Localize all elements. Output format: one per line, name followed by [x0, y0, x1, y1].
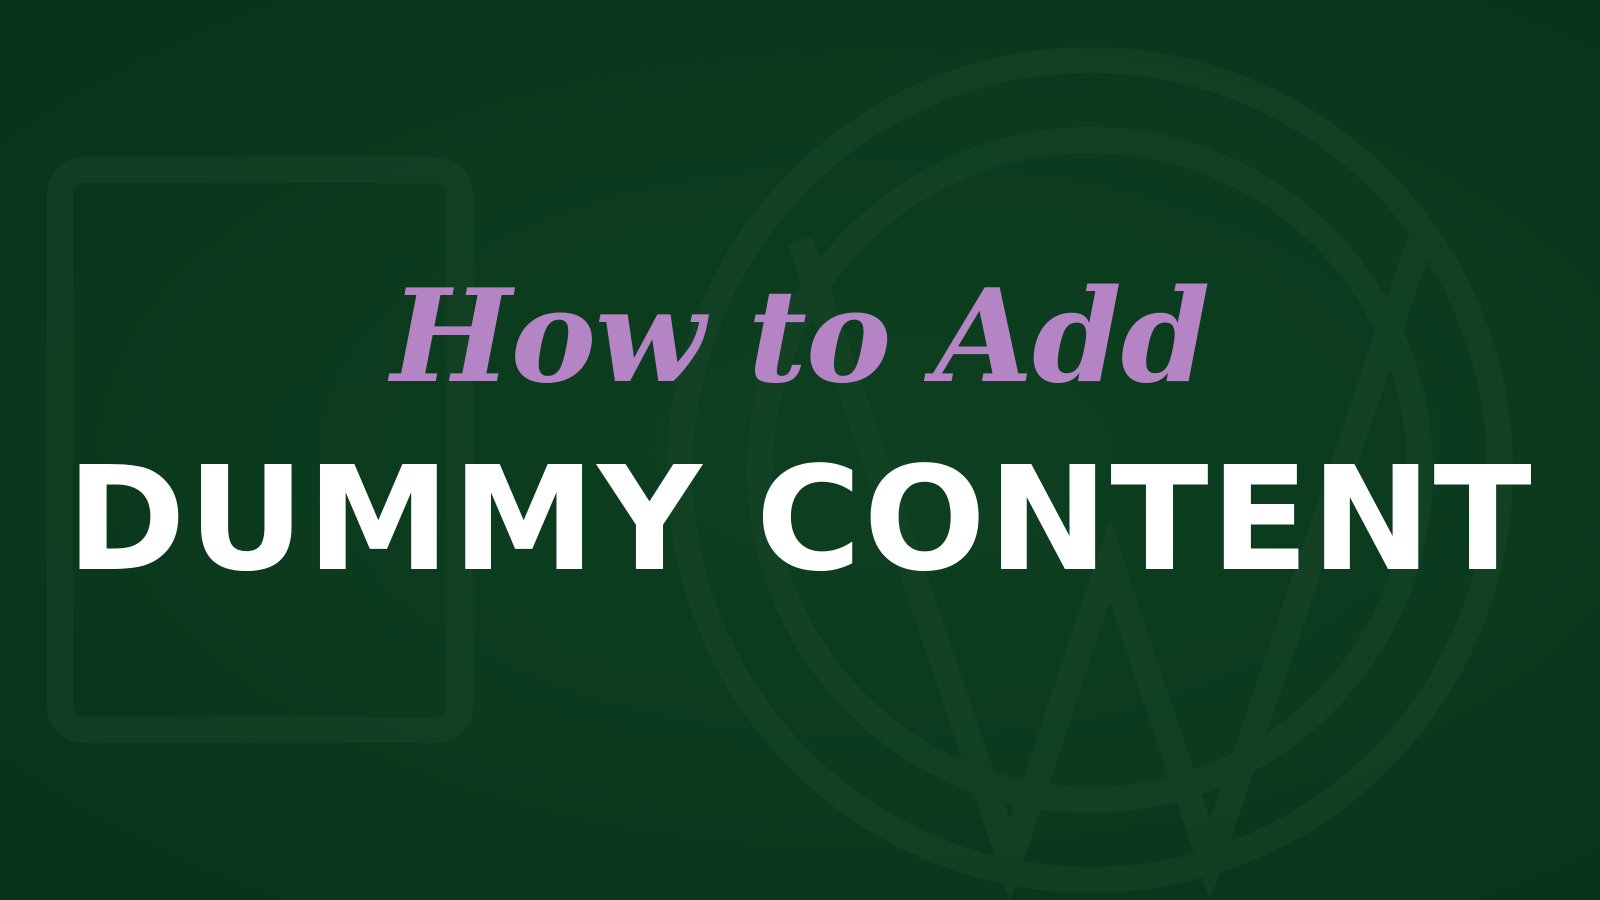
subtitle-how-to-add: How to Add	[390, 262, 1210, 412]
hero-banner: How to Add DUMMY CONTENT	[0, 0, 1600, 900]
headline-dummy-content: DUMMY CONTENT	[66, 435, 1534, 603]
